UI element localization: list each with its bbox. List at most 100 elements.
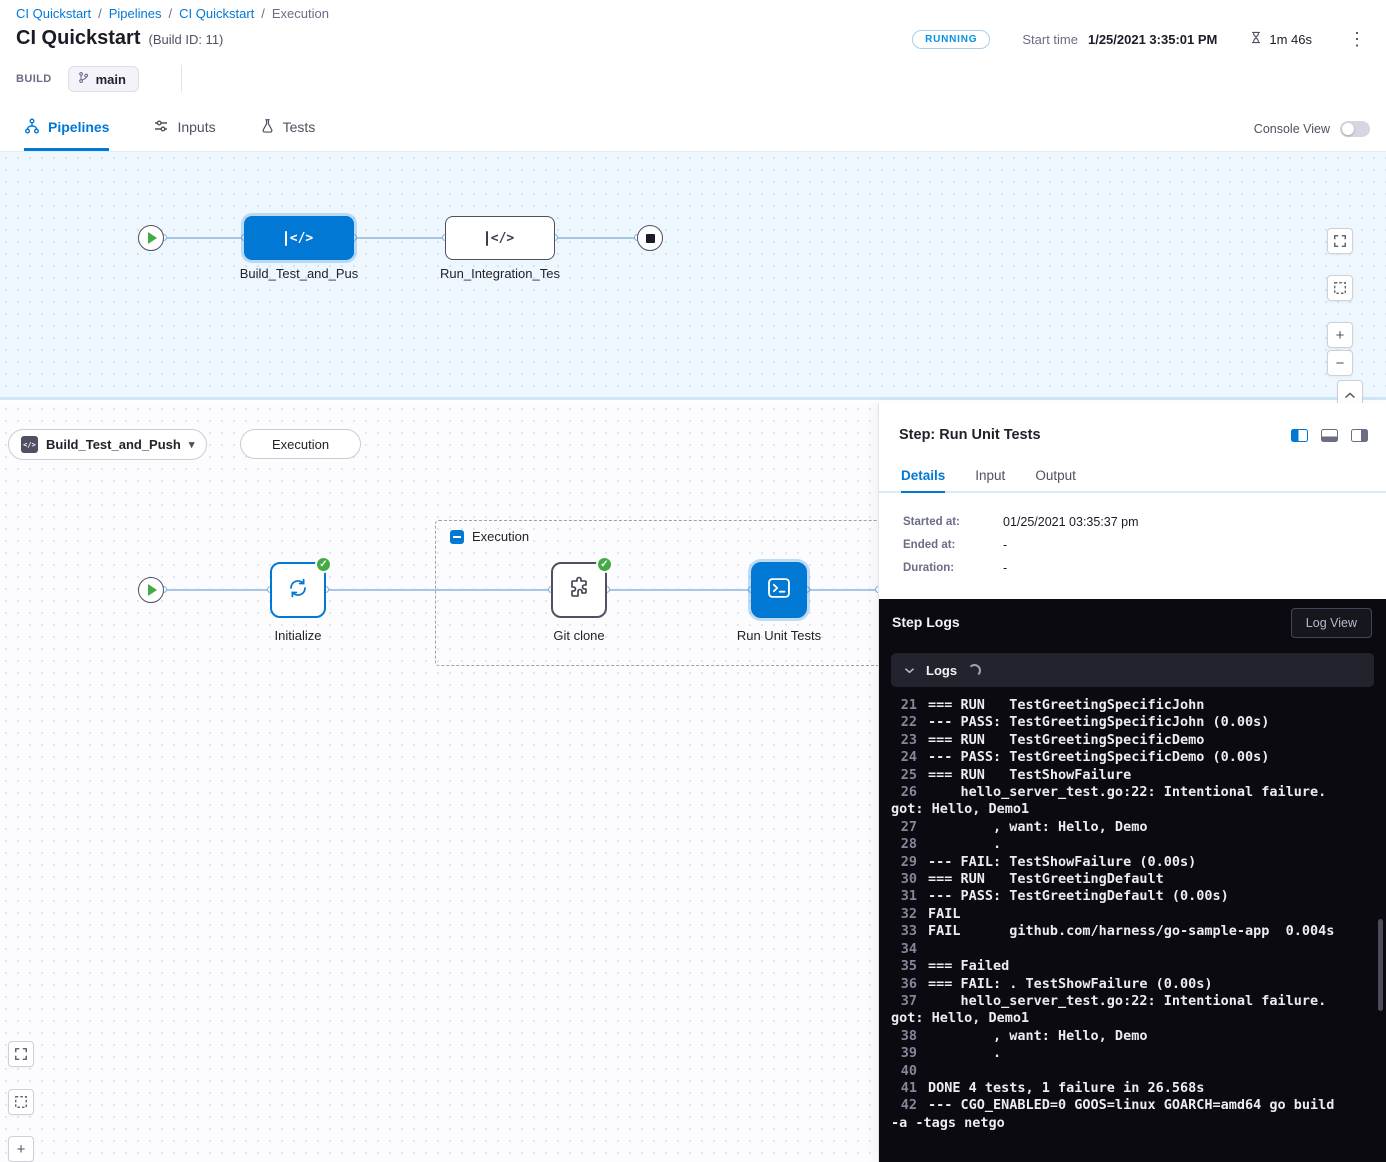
branch-name: main: [96, 72, 126, 87]
log-line: 30=== RUN TestGreetingDefault: [891, 871, 1340, 888]
log-line-text: --- CGO_ENABLED=0 GOOS=linux GOARCH=amd6…: [891, 1097, 1343, 1130]
log-line-text: --- PASS: TestGreetingDefault (0.00s): [928, 888, 1229, 904]
start-time-value: 1/25/2021 3:35:01 PM: [1088, 32, 1217, 47]
zoom-in-button[interactable]: +: [1327, 322, 1353, 348]
stage-node-build-test-and-push[interactable]: </>: [244, 216, 354, 260]
pipeline-edge: [555, 237, 637, 239]
step-node-run-unit-tests[interactable]: [751, 562, 807, 618]
zoom-out-button[interactable]: −: [1327, 350, 1353, 376]
pipeline-end-node[interactable]: [637, 225, 663, 251]
tab-pipelines[interactable]: Pipelines: [24, 106, 109, 151]
breadcrumb-current: Execution: [272, 6, 329, 21]
code-icon: </>: [21, 436, 38, 453]
log-line: 35 === Failed: [891, 958, 1340, 975]
breadcrumb-link-ci-quickstart[interactable]: CI Quickstart: [16, 6, 91, 21]
bottom-view-icon[interactable]: [1321, 429, 1338, 442]
marquee-select-button[interactable]: [1327, 275, 1353, 301]
log-line: 36=== FAIL: . TestShowFailure (0.00s): [891, 976, 1340, 993]
tab-input[interactable]: Input: [975, 459, 1005, 493]
pipeline-start-node[interactable]: [138, 225, 164, 251]
log-line-number: 29: [891, 854, 917, 871]
tab-inputs[interactable]: Inputs: [153, 106, 215, 151]
tab-details[interactable]: Details: [901, 459, 945, 493]
stage-node-run-integration-test[interactable]: </>: [445, 216, 555, 260]
log-line-number: 34: [891, 941, 917, 958]
chevron-down-icon: [904, 667, 915, 674]
field-row: Duration: -: [903, 561, 1139, 575]
panel-layout-controls: [1291, 429, 1368, 442]
tab-label: Inputs: [177, 119, 215, 135]
step-node-label: Git clone: [509, 628, 649, 643]
duration-group: 1m 46s: [1249, 30, 1312, 48]
collapse-group-icon[interactable]: [450, 530, 464, 544]
pipeline-edge: [354, 237, 445, 239]
hourglass-icon: [1249, 30, 1263, 48]
log-line: 39 .: [891, 1045, 1340, 1062]
zoom-in-button[interactable]: +: [8, 1136, 34, 1162]
field-value: -: [1003, 538, 1007, 552]
log-line-number: 27: [891, 819, 917, 836]
execution-group-header: Execution: [450, 529, 529, 544]
step-edge: [164, 589, 270, 591]
header-right-cluster: RUNNING Start time 1/25/2021 3:35:01 PM …: [912, 28, 1370, 50]
log-line: 38 , want: Hello, Demo: [891, 1028, 1340, 1045]
log-line-text: --- PASS: TestGreetingSpecificDemo (0.00…: [928, 749, 1269, 765]
log-line-text: --- PASS: TestGreetingSpecificJohn (0.00…: [928, 714, 1269, 730]
log-content[interactable]: 21=== RUN TestGreetingSpecificJohn 22---…: [891, 697, 1380, 1160]
branch-chip[interactable]: main: [68, 66, 139, 92]
step-node-initialize[interactable]: ✓: [270, 562, 326, 618]
stage-execution-canvas[interactable]: </> Build_Test_and_Push ▾ Execution Exec…: [0, 403, 878, 1162]
logs-section-header[interactable]: Logs: [891, 653, 1374, 687]
kebab-menu-icon[interactable]: ⋮: [1344, 28, 1370, 50]
log-line: 25=== RUN TestShowFailure: [891, 767, 1340, 784]
log-line-number: 24: [891, 749, 917, 766]
log-scrollbar-thumb[interactable]: [1378, 919, 1383, 1011]
log-line-text: FAIL github.com/harness/go-sample-app 0.…: [928, 923, 1334, 939]
breadcrumb-link-pipeline[interactable]: CI Quickstart: [179, 6, 254, 21]
tab-output[interactable]: Output: [1035, 459, 1076, 493]
log-line-text: FAIL: [928, 906, 961, 922]
pipeline-edge: [164, 237, 244, 239]
header: CI Quickstart/Pipelines/CI Quickstart/Ex…: [0, 0, 1386, 106]
execution-view-button[interactable]: Execution: [240, 429, 361, 459]
stage-node-label: Run_Integration_Tes: [430, 266, 570, 281]
log-line-number: 35: [891, 958, 917, 975]
breadcrumb-link-pipelines[interactable]: Pipelines: [109, 6, 162, 21]
log-line-number: 25: [891, 767, 917, 784]
log-line-text: === Failed: [928, 958, 1009, 974]
marquee-select-button[interactable]: [8, 1089, 34, 1115]
git-branch-icon: [77, 71, 90, 87]
field-value: -: [1003, 561, 1007, 575]
fit-to-screen-button[interactable]: [1327, 228, 1353, 254]
build-row: BUILD main: [16, 64, 182, 94]
console-view-toggle[interactable]: [1340, 121, 1370, 137]
fit-to-screen-button[interactable]: [8, 1041, 34, 1067]
split-view-icon[interactable]: [1291, 429, 1308, 442]
stop-icon: [646, 234, 655, 243]
log-line-text: hello_server_test.go:22: Intentional fai…: [891, 993, 1334, 1026]
log-line: 34: [891, 941, 1340, 958]
divider: [181, 65, 182, 93]
stage-selector-dropdown[interactable]: </> Build_Test_and_Push ▾: [8, 429, 207, 460]
stage-start-node[interactable]: [138, 577, 164, 603]
console-view-label: Console View: [1254, 122, 1330, 136]
tab-tests[interactable]: Tests: [260, 106, 316, 151]
pipeline-canvas[interactable]: </> Build_Test_and_Pus </> Run_Integrati…: [0, 152, 1386, 400]
log-line: 27 , want: Hello, Demo: [891, 819, 1340, 836]
tab-label: Tests: [283, 119, 316, 135]
right-view-icon[interactable]: [1351, 429, 1368, 442]
success-check-badge: ✓: [315, 556, 332, 573]
play-icon: [148, 232, 157, 244]
log-line: 41DONE 4 tests, 1 failure in 26.568s: [891, 1080, 1340, 1097]
log-line-text: DONE 4 tests, 1 failure in 26.568s: [928, 1080, 1204, 1096]
plugin-puzzle-icon: [567, 576, 591, 605]
log-line-number: 37: [891, 993, 917, 1010]
play-icon: [148, 584, 157, 596]
log-line: 32FAIL: [891, 906, 1340, 923]
step-node-git-clone[interactable]: ✓: [551, 562, 607, 618]
log-line-text: === RUN TestGreetingDefault: [928, 871, 1164, 887]
build-label: BUILD: [16, 73, 52, 85]
loading-spinner-icon: [968, 664, 981, 677]
log-view-button[interactable]: Log View: [1291, 608, 1372, 638]
log-line-number: 21: [891, 697, 917, 714]
